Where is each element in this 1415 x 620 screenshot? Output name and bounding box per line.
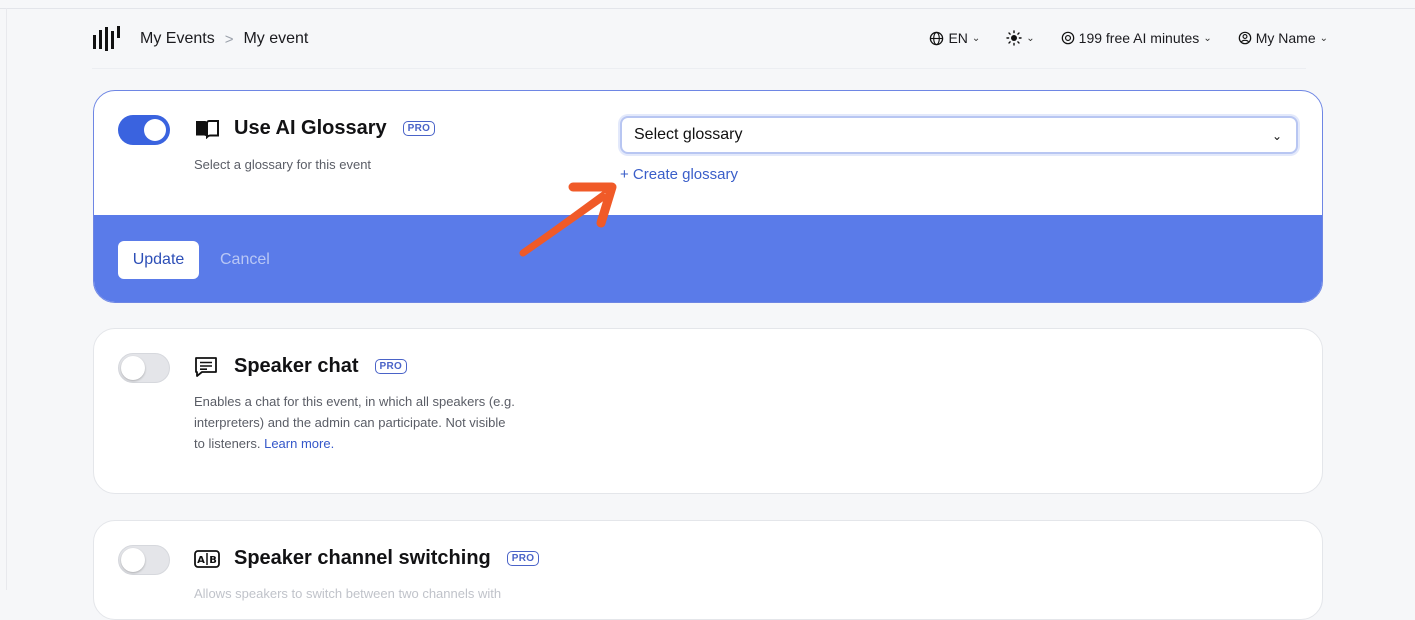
channel-switching-title-row: A B Speaker channel switching PRO bbox=[194, 547, 540, 570]
user-name-label: My Name bbox=[1255, 30, 1316, 46]
channel-switching-description: Allows speakers to switch between two ch… bbox=[194, 586, 502, 601]
ai-glossary-title: Use AI Glossary bbox=[234, 117, 387, 139]
breadcrumb-my-events[interactable]: My Events bbox=[140, 30, 215, 48]
chevron-down-icon: ⌄ bbox=[1271, 129, 1282, 143]
chevron-down-icon: ⌄ bbox=[1203, 32, 1212, 44]
app-logo-icon[interactable] bbox=[92, 26, 126, 52]
update-button[interactable]: Update bbox=[118, 241, 199, 279]
speaker-chat-desc-line-1: Enables a chat for this event, in which … bbox=[194, 394, 515, 409]
window-top-border bbox=[0, 8, 1415, 9]
header-divider bbox=[92, 68, 1306, 69]
learn-more-link[interactable]: Learn more. bbox=[264, 436, 334, 451]
channel-switching-title: Speaker channel switching bbox=[234, 547, 491, 569]
speaker-chat-title: Speaker chat bbox=[234, 355, 359, 377]
nav-right: EN ⌄ ⌄ 199 free AI minutes ⌄ My Name ⌄ bbox=[903, 30, 1328, 46]
pro-badge: PRO bbox=[374, 359, 408, 374]
ai-minutes-menu[interactable]: 199 free AI minutes ⌄ bbox=[1061, 30, 1212, 46]
language-label: EN bbox=[948, 30, 968, 46]
speaker-chat-title-row: Speaker chat PRO bbox=[194, 355, 408, 378]
breadcrumb: My Events > My event bbox=[140, 30, 308, 48]
chat-icon bbox=[194, 356, 220, 378]
pro-badge: PRO bbox=[506, 551, 540, 566]
chevron-down-icon: ⌄ bbox=[1026, 32, 1035, 44]
speaker-chat-desc-line-3: to listeners. Learn more. bbox=[194, 433, 515, 454]
svg-text:A: A bbox=[197, 555, 205, 566]
speaker-chat-description: Enables a chat for this event, in which … bbox=[194, 391, 515, 454]
ab-switch-icon: A B bbox=[194, 548, 220, 570]
ai-glossary-toggle[interactable] bbox=[118, 115, 170, 145]
globe-icon bbox=[930, 31, 944, 45]
ai-chip-icon bbox=[1061, 31, 1074, 45]
ai-minutes-label: 199 free AI minutes bbox=[1078, 30, 1200, 46]
book-icon bbox=[194, 118, 220, 140]
window-left-border bbox=[6, 8, 7, 590]
speaker-chat-card: Speaker chat PRO Enables a chat for this… bbox=[93, 328, 1323, 494]
channel-switching-card: A B Speaker channel switching PRO Allows… bbox=[93, 520, 1323, 620]
chevron-down-icon: ⌄ bbox=[1319, 32, 1328, 44]
top-nav: My Events > My event EN ⌄ ⌄ 199 free AI … bbox=[92, 18, 1328, 64]
svg-text:B: B bbox=[209, 555, 217, 566]
chevron-down-icon: ⌄ bbox=[971, 32, 981, 44]
breadcrumb-separator: > bbox=[224, 30, 234, 48]
glossary-select[interactable]: Select glossary ⌄ bbox=[620, 116, 1298, 154]
speaker-chat-toggle[interactable] bbox=[118, 353, 170, 383]
speaker-chat-desc-last: to listeners. bbox=[194, 436, 265, 451]
ai-glossary-description: Select a glossary for this event bbox=[194, 157, 372, 172]
pro-badge: PRO bbox=[402, 121, 436, 136]
card-action-bar bbox=[94, 215, 1322, 302]
sun-icon bbox=[1006, 30, 1022, 46]
channel-switching-toggle[interactable] bbox=[118, 545, 170, 575]
user-icon bbox=[1238, 31, 1252, 45]
user-menu[interactable]: My Name ⌄ bbox=[1238, 30, 1328, 46]
annotation-arrow-icon bbox=[519, 182, 617, 257]
language-switcher[interactable]: EN ⌄ bbox=[929, 30, 980, 46]
toggle-knob bbox=[144, 119, 166, 141]
ai-glossary-title-row: Use AI Glossary PRO bbox=[194, 117, 436, 140]
speaker-chat-desc-line-2: interpreters) and the admin can particip… bbox=[194, 415, 506, 430]
toggle-knob bbox=[121, 356, 145, 380]
toggle-knob bbox=[121, 548, 145, 572]
theme-switcher[interactable]: ⌄ bbox=[1006, 30, 1035, 46]
ai-glossary-card: Use AI Glossary PRO Select a glossary fo… bbox=[93, 90, 1323, 303]
breadcrumb-my-event[interactable]: My event bbox=[243, 30, 308, 48]
glossary-select-value: Select glossary bbox=[634, 126, 743, 143]
create-glossary-link[interactable]: + Create glossary bbox=[620, 166, 738, 183]
cancel-button[interactable]: Cancel bbox=[220, 251, 270, 269]
